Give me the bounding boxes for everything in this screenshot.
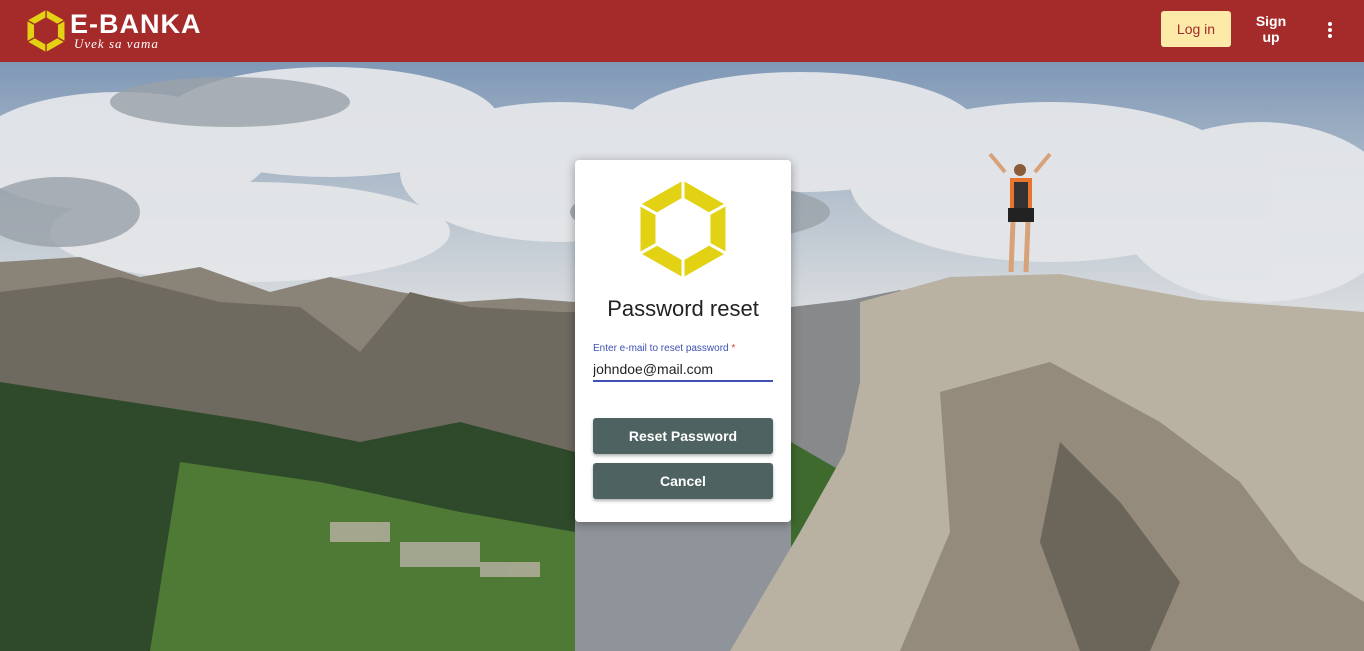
password-reset-card: Password reset Enter e-mail to reset pas… [575, 160, 791, 522]
more-vert-icon[interactable] [1318, 14, 1342, 46]
email-label-text: Enter e-mail to reset password [593, 343, 729, 354]
email-field-label: Enter e-mail to reset password * [593, 343, 735, 354]
reset-password-button[interactable]: Reset Password [593, 418, 773, 454]
brand[interactable]: E-BANKA Uvek sa vama [26, 7, 226, 55]
brand-tagline: Uvek sa vama [74, 36, 159, 51]
top-app-bar: E-BANKA Uvek sa vama Log in Sign up [0, 0, 1364, 62]
signup-button[interactable]: Sign up [1240, 11, 1302, 47]
cancel-button[interactable]: Cancel [593, 463, 773, 499]
required-mark: * [731, 343, 736, 354]
brand-logo-icon [26, 8, 66, 54]
login-button[interactable]: Log in [1161, 11, 1231, 47]
page-title: Password reset [607, 296, 759, 321]
e-banka-logo-icon [637, 177, 729, 281]
email-field[interactable] [593, 358, 773, 382]
